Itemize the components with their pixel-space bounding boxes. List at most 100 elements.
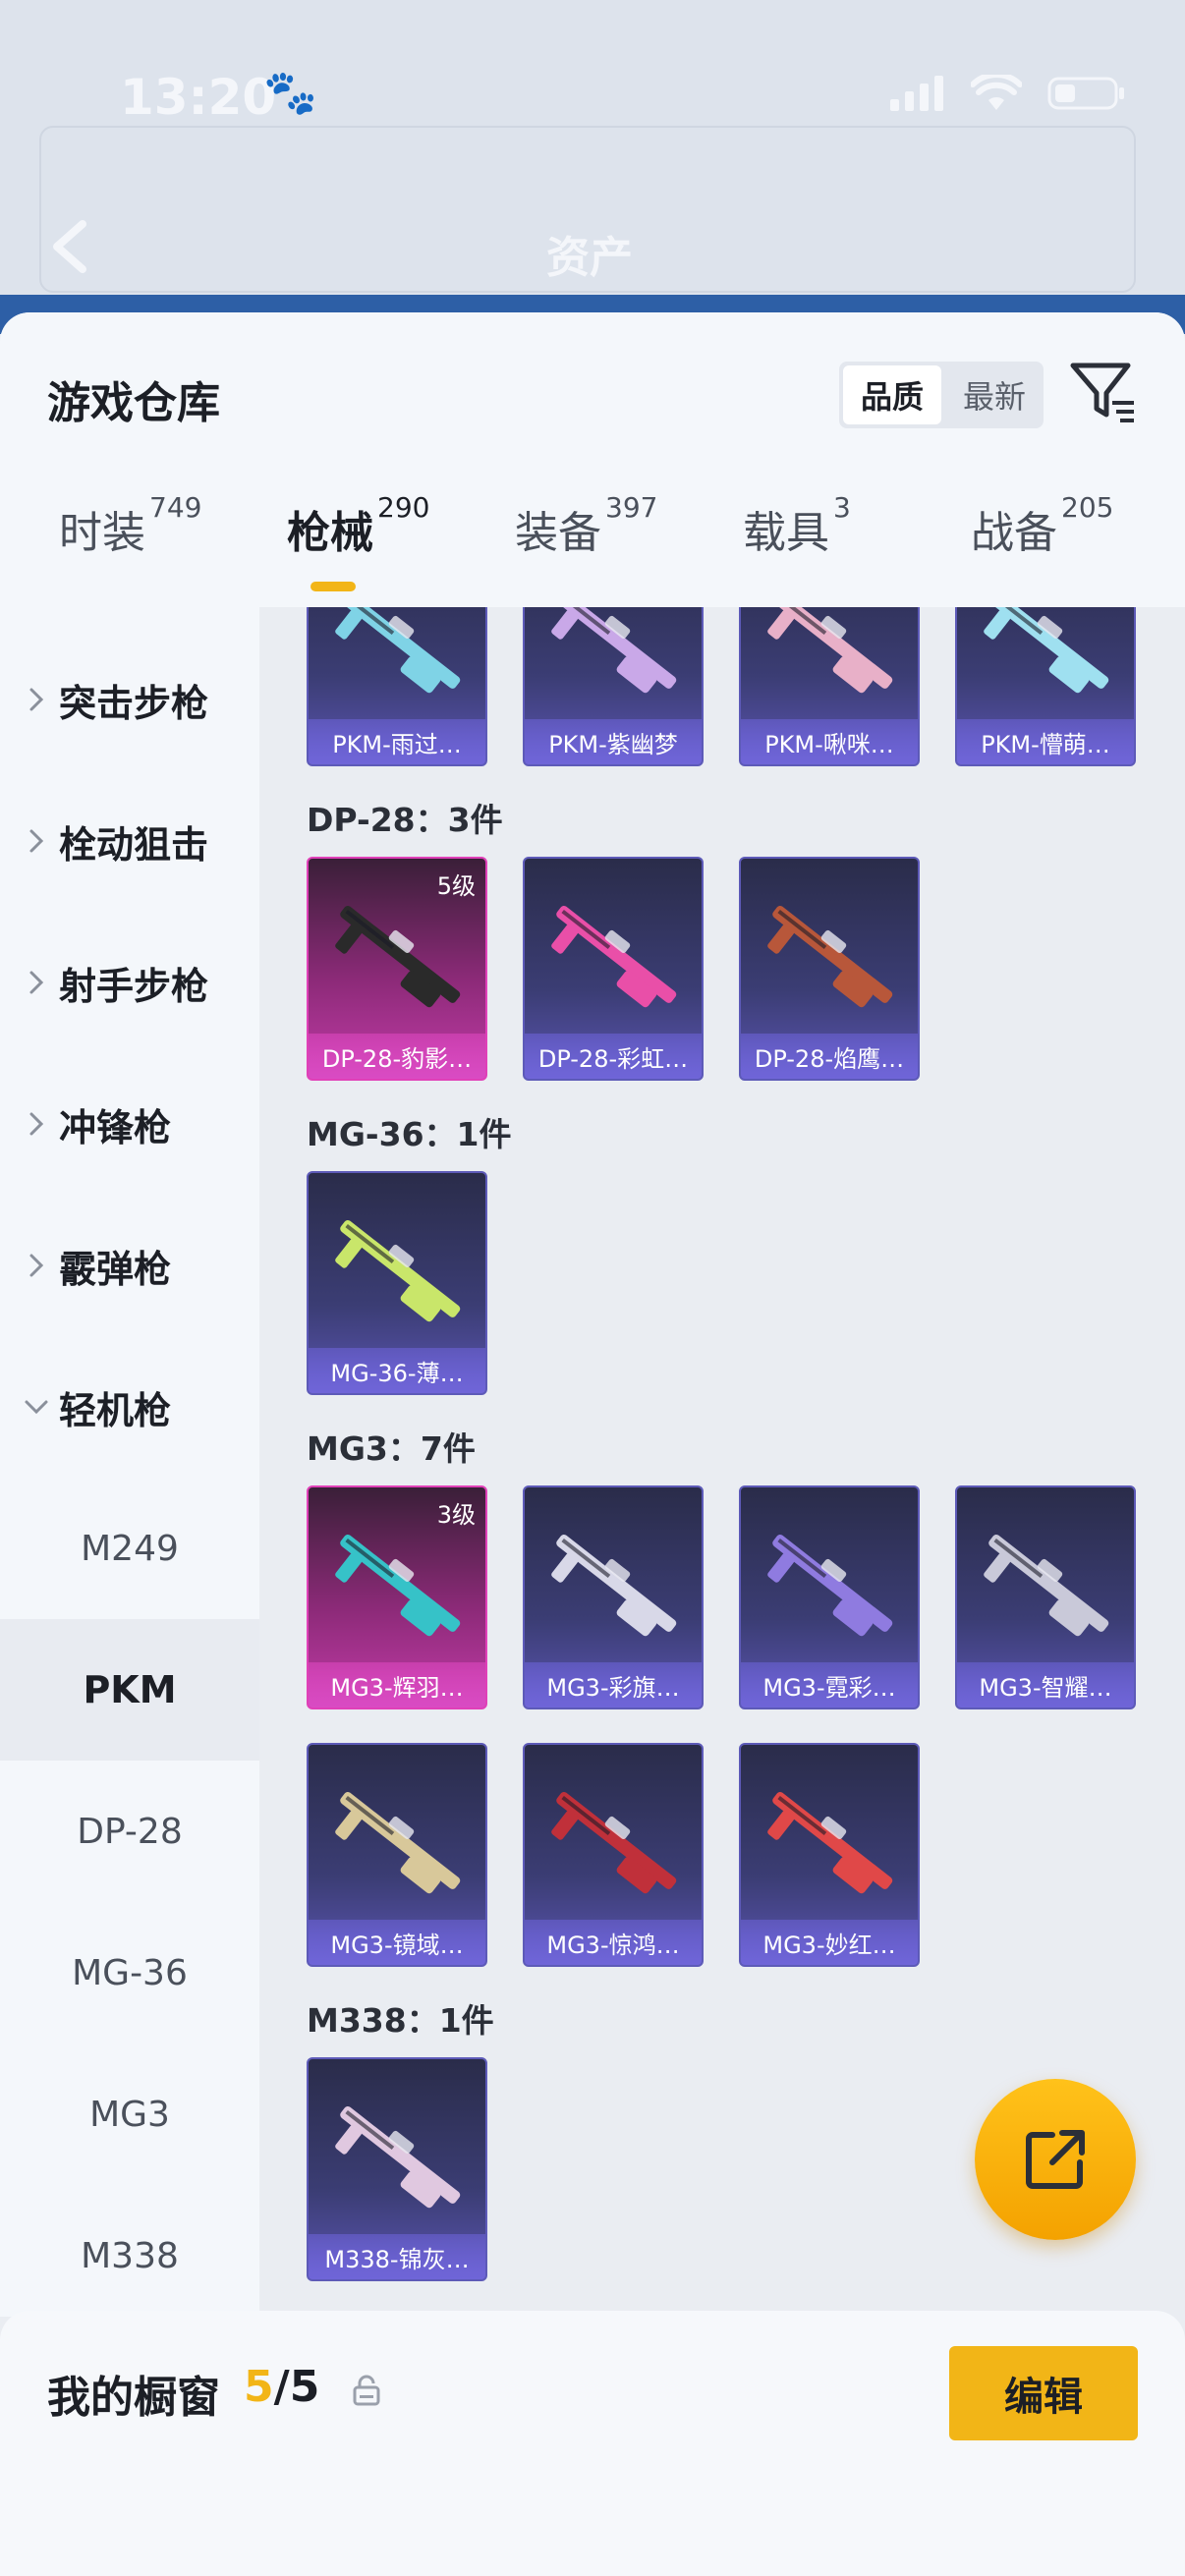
tab-count: 3 [833,491,851,524]
weapon-card[interactable]: MG3-妙红… [739,1743,920,1967]
weapon-card[interactable]: MG3-惊鸿… [523,1743,704,1967]
tab-label: 时装 [59,508,145,558]
sidebar-item-label: 突击步枪 [59,681,209,725]
sidebar-item-lmg[interactable]: 轻机枪 [0,1336,259,1478]
weapon-level-badge: 5级 [436,872,476,900]
filter-icon[interactable] [1069,360,1138,426]
sidebar-item-label: 轻机枪 [59,1388,172,1432]
weapon-image [767,905,893,1008]
weapon-card[interactable]: 3级 MG3-辉羽… [307,1485,487,1709]
sidebar-subitem-m249[interactable]: M249 [0,1478,259,1619]
sort-toggle: 品质 最新 [839,362,1044,428]
weapon-name: MG3-智耀… [957,1662,1134,1708]
paw-icon: 🐾 [263,68,317,118]
tab-count: 205 [1061,491,1114,524]
weapon-card[interactable]: MG3-霓彩… [739,1485,920,1709]
weapon-card[interactable]: MG-36-薄… [307,1171,487,1395]
chevron-right-icon [0,1253,59,1278]
back-icon[interactable] [45,218,92,275]
weapon-card[interactable]: PKM-雨过… [307,607,487,766]
weapon-card[interactable]: MG3-镜域… [307,1743,487,1967]
active-tab-indicator [310,582,356,591]
chevron-right-icon [0,1111,59,1137]
weapon-name: MG3-霓彩… [741,1662,918,1708]
sheet-title: 游戏仓库 [47,378,220,428]
weapon-card[interactable]: DP-28-彩虹… [523,857,704,1081]
chevron-right-icon [0,828,59,854]
sidebar-subitem-mg3[interactable]: MG3 [0,2044,259,2185]
showcase-label: 我的橱窗 [47,2373,220,2423]
showcase-bar: 我的橱窗 5/5 编辑 [0,2311,1185,2576]
weapon-grid: PKM-雨过… PKM-紫幽梦 PKM-啾咪… PKM-懵萌… DP-28：3件 5级 DP… [259,607,1185,2317]
weapon-group-title: MG3：7件 [307,1429,476,1468]
sidebar-subitem-pkm[interactable]: PKM [0,1619,259,1761]
weapon-name: M338-锦灰… [309,2234,485,2279]
weapon-image [335,905,461,1008]
weapon-card[interactable]: PKM-啾咪… [739,607,920,766]
tab-equipment[interactable]: 装备397 [515,491,657,560]
lock-icon [353,2375,380,2406]
tab-label: 装备 [515,508,601,558]
background-header: 13:20 🐾 资产 [0,0,1185,324]
sort-quality-button[interactable]: 品质 [843,365,941,424]
tab-guns[interactable]: 枪械290 [287,491,429,560]
tab-label: 战备 [971,508,1057,558]
weapon-name: PKM-懵萌… [957,719,1134,764]
sidebar-subitem-dp28[interactable]: DP-28 [0,1761,259,1902]
weapon-name: PKM-雨过… [309,719,485,764]
weapon-group-title: M338：1件 [307,2001,494,2040]
weapon-card[interactable]: PKM-紫幽梦 [523,607,704,766]
tab-count: 290 [377,491,430,524]
weapon-card[interactable]: PKM-懵萌… [955,607,1136,766]
chevron-right-icon [0,970,59,995]
chevron-down-icon [0,1399,59,1415]
weapon-name: MG3-惊鸿… [525,1920,702,1965]
weapon-card[interactable]: DP-28-焰鹰… [739,857,920,1081]
sidebar-item-assault-rifle[interactable]: 突击步枪 [0,629,259,770]
tab-label: 枪械 [287,508,373,558]
share-button[interactable] [975,2079,1136,2240]
weapon-image [335,1534,461,1637]
edit-button[interactable]: 编辑 [949,2346,1138,2440]
weapon-name: MG3-辉羽… [309,1662,485,1708]
weapon-category-sidebar: 突击步枪 栓动狙击 射手步枪 冲锋枪 霰弹枪 轻机枪 M249 PKM DP-2… [0,607,259,2317]
chevron-right-icon [0,687,59,712]
sidebar-item-label: 霰弹枪 [59,1247,172,1291]
weapon-image [551,1791,677,1894]
sidebar-item-bolt-sniper[interactable]: 栓动狙击 [0,770,259,912]
sidebar-subitem-m338[interactable]: M338 [0,2185,259,2326]
showcase-separator: / [273,2362,290,2412]
sidebar-item-label: 冲锋枪 [59,1105,172,1149]
sort-newest-button[interactable]: 最新 [945,362,1044,428]
sidebar-item-marksman-rifle[interactable]: 射手步枪 [0,912,259,1053]
wifi-icon [971,75,1022,110]
share-icon [1026,2130,1085,2189]
weapon-card[interactable]: MG3-彩旗… [523,1485,704,1709]
weapon-card[interactable]: MG3-智耀… [955,1485,1136,1709]
battery-icon [1047,77,1124,110]
tab-vehicles[interactable]: 载具3 [743,491,851,560]
weapon-image [551,905,677,1008]
weapon-name: MG3-妙红… [741,1920,918,1965]
tab-fashion[interactable]: 时装749 [59,491,201,560]
showcase-current: 5 [244,2362,274,2412]
weapon-image [551,1534,677,1637]
weapon-image [984,607,1109,694]
tab-supplies[interactable]: 战备205 [971,491,1113,560]
status-time: 13:20 [120,69,277,126]
weapon-card[interactable]: 5级 DP-28-豹影… [307,857,487,1081]
sidebar-subitem-mg36[interactable]: MG-36 [0,1902,259,2044]
tab-count: 397 [605,491,658,524]
weapon-name: PKM-紫幽梦 [525,719,702,764]
weapon-group-title: MG-36：1件 [307,1115,512,1153]
weapon-card[interactable]: M338-锦灰… [307,2057,487,2281]
status-icons [890,75,1126,112]
tab-count: 749 [149,491,202,524]
sidebar-item-label: 栓动狙击 [59,822,209,867]
sidebar-item-shotgun[interactable]: 霰弹枪 [0,1195,259,1336]
showcase-count: 5/5 [244,2362,319,2412]
weapon-name: PKM-啾咪… [741,719,918,764]
sheet-header: 游戏仓库 品质 最新 时装749 枪械290 装备397 载具3 战备205 [0,312,1185,607]
tab-label: 载具 [743,508,829,558]
sidebar-item-smg[interactable]: 冲锋枪 [0,1053,259,1195]
